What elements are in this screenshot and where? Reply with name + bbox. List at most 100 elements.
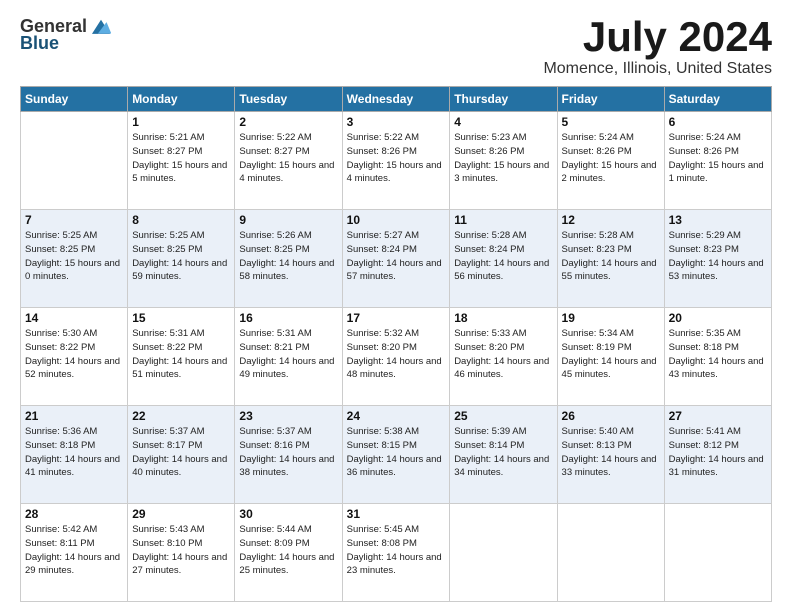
calendar-header-monday: Monday xyxy=(128,87,235,112)
day-number: 18 xyxy=(454,311,552,325)
calendar-header-sunday: Sunday xyxy=(21,87,128,112)
day-info: Sunrise: 5:22 AMSunset: 8:26 PMDaylight:… xyxy=(347,131,446,186)
day-info: Sunrise: 5:34 AMSunset: 8:19 PMDaylight:… xyxy=(562,327,660,382)
day-number: 10 xyxy=(347,213,446,227)
day-info: Sunrise: 5:36 AMSunset: 8:18 PMDaylight:… xyxy=(25,425,123,480)
day-number: 31 xyxy=(347,507,446,521)
calendar-cell: 6 Sunrise: 5:24 AMSunset: 8:26 PMDaylight… xyxy=(664,112,771,210)
calendar-cell: 10 Sunrise: 5:27 AMSunset: 8:24 PMDayligh… xyxy=(342,210,450,308)
calendar-cell xyxy=(557,504,664,602)
day-info: Sunrise: 5:31 AMSunset: 8:21 PMDaylight:… xyxy=(239,327,337,382)
day-info: Sunrise: 5:37 AMSunset: 8:16 PMDaylight:… xyxy=(239,425,337,480)
location: Momence, Illinois, United States xyxy=(543,60,772,78)
day-number: 29 xyxy=(132,507,230,521)
calendar-week-row: 1 Sunrise: 5:21 AMSunset: 8:27 PMDaylight… xyxy=(21,112,772,210)
calendar-cell: 8Sunrise: 5:25 AMSunset: 8:25 PMDaylight… xyxy=(128,210,235,308)
day-info: Sunrise: 5:41 AMSunset: 8:12 PMDaylight:… xyxy=(669,425,767,480)
day-info: Sunrise: 5:35 AMSunset: 8:18 PMDaylight:… xyxy=(669,327,767,382)
calendar-cell: 23Sunrise: 5:37 AMSunset: 8:16 PMDayligh… xyxy=(235,406,342,504)
day-number: 28 xyxy=(25,507,123,521)
calendar-header-saturday: Saturday xyxy=(664,87,771,112)
day-number: 13 xyxy=(669,213,767,227)
calendar-cell: 21 Sunrise: 5:36 AMSunset: 8:18 PMDayligh… xyxy=(21,406,128,504)
day-number: 2 xyxy=(239,115,337,129)
day-info: Sunrise: 5:25 AMSunset: 8:25 PMDaylight:… xyxy=(25,229,123,284)
day-info: Sunrise: 5:26 AMSunset: 8:25 PMDaylight:… xyxy=(239,229,337,284)
calendar-cell xyxy=(21,112,128,210)
calendar-cell: 11Sunrise: 5:28 AMSunset: 8:24 PMDayligh… xyxy=(450,210,557,308)
day-info: Sunrise: 5:28 AMSunset: 8:24 PMDaylight:… xyxy=(454,229,552,284)
day-info: Sunrise: 5:29 AMSunset: 8:23 PMDaylight:… xyxy=(669,229,767,284)
calendar-cell: 7 Sunrise: 5:25 AMSunset: 8:25 PMDaylight… xyxy=(21,210,128,308)
day-number: 26 xyxy=(562,409,660,423)
day-info: Sunrise: 5:27 AMSunset: 8:24 PMDaylight:… xyxy=(347,229,446,284)
title-section: July 2024 Momence, Illinois, United Stat… xyxy=(543,16,772,78)
calendar-cell: 29Sunrise: 5:43 AMSunset: 8:10 PMDayligh… xyxy=(128,504,235,602)
day-info: Sunrise: 5:24 AMSunset: 8:26 PMDaylight:… xyxy=(562,131,660,186)
day-info: Sunrise: 5:44 AMSunset: 8:09 PMDaylight:… xyxy=(239,523,337,578)
month-title: July 2024 xyxy=(543,16,772,58)
calendar-week-row: 14 Sunrise: 5:30 AMSunset: 8:22 PMDayligh… xyxy=(21,308,772,406)
calendar-cell: 4Sunrise: 5:23 AMSunset: 8:26 PMDaylight… xyxy=(450,112,557,210)
day-info: Sunrise: 5:31 AMSunset: 8:22 PMDaylight:… xyxy=(132,327,230,382)
calendar-cell: 16 Sunrise: 5:31 AMSunset: 8:21 PMDayligh… xyxy=(235,308,342,406)
calendar-cell: 27 Sunrise: 5:41 AMSunset: 8:12 PMDayligh… xyxy=(664,406,771,504)
day-info: Sunrise: 5:28 AMSunset: 8:23 PMDaylight:… xyxy=(562,229,660,284)
calendar-cell xyxy=(664,504,771,602)
day-info: Sunrise: 5:45 AMSunset: 8:08 PMDaylight:… xyxy=(347,523,446,578)
calendar-cell: 9 Sunrise: 5:26 AMSunset: 8:25 PMDaylight… xyxy=(235,210,342,308)
day-number: 15 xyxy=(132,311,230,325)
calendar-cell: 19 Sunrise: 5:34 AMSunset: 8:19 PMDayligh… xyxy=(557,308,664,406)
calendar-cell: 20 Sunrise: 5:35 AMSunset: 8:18 PMDayligh… xyxy=(664,308,771,406)
calendar-cell: 15 Sunrise: 5:31 AMSunset: 8:22 PMDayligh… xyxy=(128,308,235,406)
day-info: Sunrise: 5:24 AMSunset: 8:26 PMDaylight:… xyxy=(669,131,767,186)
day-info: Sunrise: 5:32 AMSunset: 8:20 PMDaylight:… xyxy=(347,327,446,382)
page: General Blue July 2024 Momence, Illinois… xyxy=(0,0,792,612)
logo: General Blue xyxy=(20,16,111,54)
calendar-week-row: 21 Sunrise: 5:36 AMSunset: 8:18 PMDayligh… xyxy=(21,406,772,504)
day-number: 16 xyxy=(239,311,337,325)
day-info: Sunrise: 5:30 AMSunset: 8:22 PMDaylight:… xyxy=(25,327,123,382)
calendar-week-row: 28Sunrise: 5:42 AMSunset: 8:11 PMDayligh… xyxy=(21,504,772,602)
day-info: Sunrise: 5:25 AMSunset: 8:25 PMDaylight:… xyxy=(132,229,230,284)
day-number: 21 xyxy=(25,409,123,423)
day-number: 22 xyxy=(132,409,230,423)
day-number: 30 xyxy=(239,507,337,521)
calendar-header-wednesday: Wednesday xyxy=(342,87,450,112)
day-number: 12 xyxy=(562,213,660,227)
calendar-header-tuesday: Tuesday xyxy=(235,87,342,112)
day-number: 19 xyxy=(562,311,660,325)
day-number: 7 xyxy=(25,213,123,227)
day-number: 24 xyxy=(347,409,446,423)
logo-icon xyxy=(91,17,111,37)
calendar-cell: 5Sunrise: 5:24 AMSunset: 8:26 PMDaylight… xyxy=(557,112,664,210)
calendar-header-row: SundayMondayTuesdayWednesdayThursdayFrid… xyxy=(21,87,772,112)
logo-blue-text: Blue xyxy=(20,33,59,54)
calendar-cell: 12 Sunrise: 5:28 AMSunset: 8:23 PMDayligh… xyxy=(557,210,664,308)
day-number: 27 xyxy=(669,409,767,423)
day-number: 6 xyxy=(669,115,767,129)
calendar-cell: 2 Sunrise: 5:22 AMSunset: 8:27 PMDaylight… xyxy=(235,112,342,210)
calendar-cell: 22Sunrise: 5:37 AMSunset: 8:17 PMDayligh… xyxy=(128,406,235,504)
day-number: 9 xyxy=(239,213,337,227)
calendar-header-thursday: Thursday xyxy=(450,87,557,112)
day-info: Sunrise: 5:22 AMSunset: 8:27 PMDaylight:… xyxy=(239,131,337,186)
day-number: 14 xyxy=(25,311,123,325)
day-number: 17 xyxy=(347,311,446,325)
calendar-cell: 25 Sunrise: 5:39 AMSunset: 8:14 PMDayligh… xyxy=(450,406,557,504)
day-number: 1 xyxy=(132,115,230,129)
day-info: Sunrise: 5:21 AMSunset: 8:27 PMDaylight:… xyxy=(132,131,230,186)
day-number: 20 xyxy=(669,311,767,325)
calendar-cell: 14 Sunrise: 5:30 AMSunset: 8:22 PMDayligh… xyxy=(21,308,128,406)
calendar-cell: 28Sunrise: 5:42 AMSunset: 8:11 PMDayligh… xyxy=(21,504,128,602)
calendar-week-row: 7 Sunrise: 5:25 AMSunset: 8:25 PMDaylight… xyxy=(21,210,772,308)
header: General Blue July 2024 Momence, Illinois… xyxy=(20,16,772,78)
calendar-header-friday: Friday xyxy=(557,87,664,112)
day-info: Sunrise: 5:23 AMSunset: 8:26 PMDaylight:… xyxy=(454,131,552,186)
calendar-cell: 13 Sunrise: 5:29 AMSunset: 8:23 PMDayligh… xyxy=(664,210,771,308)
day-info: Sunrise: 5:38 AMSunset: 8:15 PMDaylight:… xyxy=(347,425,446,480)
day-info: Sunrise: 5:39 AMSunset: 8:14 PMDaylight:… xyxy=(454,425,552,480)
calendar-cell: 26Sunrise: 5:40 AMSunset: 8:13 PMDayligh… xyxy=(557,406,664,504)
day-number: 25 xyxy=(454,409,552,423)
calendar-cell: 17 Sunrise: 5:32 AMSunset: 8:20 PMDayligh… xyxy=(342,308,450,406)
